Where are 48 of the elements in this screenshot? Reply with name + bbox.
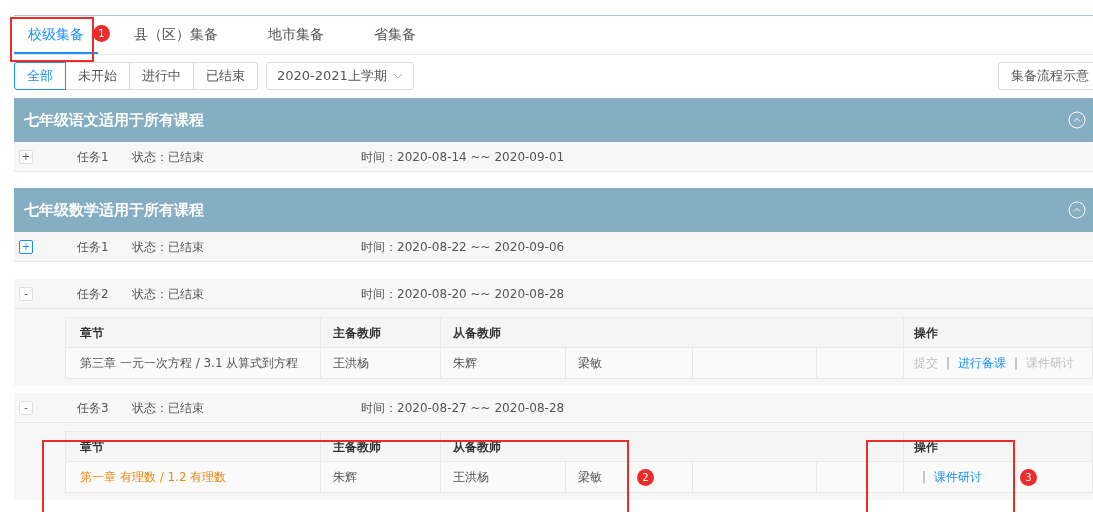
collapse-icon[interactable] bbox=[1068, 201, 1086, 219]
group-title: 七年级数学适用于所有课程 bbox=[24, 199, 204, 221]
task-time: 时间：2020-08-22 ~~ 2020-09-06 bbox=[361, 238, 565, 256]
tab[interactable]: 地市集备 bbox=[254, 16, 338, 54]
separator: | bbox=[1014, 356, 1019, 370]
separator: | bbox=[922, 470, 927, 484]
chapter-text: 第一章 有理数 / 1.2 有理数 bbox=[80, 470, 227, 484]
task-name: 任务1 bbox=[77, 238, 110, 256]
task-name: 任务2 bbox=[77, 285, 110, 303]
column-header: 章节 bbox=[80, 439, 104, 454]
expand-toggle[interactable]: - bbox=[19, 286, 33, 301]
teacher-name: 王洪杨 bbox=[453, 470, 489, 484]
expand-toggle[interactable]: - bbox=[19, 400, 33, 415]
filter-button[interactable]: 已结束 bbox=[193, 62, 258, 90]
column-header: 主备教师 bbox=[333, 439, 381, 454]
teacher-name: 朱辉 bbox=[333, 470, 357, 484]
task-status: 状态：已结束 bbox=[132, 148, 205, 166]
chevron-down-icon bbox=[392, 73, 403, 79]
callout-badge: 1 bbox=[93, 25, 110, 42]
column-header: 操作 bbox=[914, 325, 938, 340]
column-header: 操作 bbox=[914, 439, 938, 454]
term-select[interactable]: 2020-2021上学期 bbox=[266, 62, 414, 90]
chapter-text: 第三章 一元一次方程 / 3.1 从算式到方程 bbox=[80, 356, 299, 370]
teacher-name: 王洪杨 bbox=[333, 356, 369, 370]
separator: | bbox=[946, 356, 951, 370]
task-time: 时间：2020-08-20 ~~ 2020-08-28 bbox=[361, 285, 565, 303]
task-status: 状态：已结束 bbox=[132, 238, 205, 256]
column-header: 从备教师 bbox=[453, 325, 501, 340]
teacher-name: 朱辉 bbox=[453, 356, 477, 370]
tab[interactable]: 省集备 bbox=[360, 16, 430, 54]
column-header: 从备教师 bbox=[453, 439, 501, 454]
task-name: 任务3 bbox=[77, 399, 110, 417]
task-time: 时间：2020-08-14 ~~ 2020-09-01 bbox=[361, 148, 565, 166]
collapse-icon[interactable] bbox=[1068, 111, 1086, 129]
group-title: 七年级语文适用于所有课程 bbox=[24, 109, 204, 131]
tab[interactable]: 县（区）集备 bbox=[120, 16, 232, 54]
task-status: 状态：已结束 bbox=[132, 285, 205, 303]
filter-button[interactable]: 未开始 bbox=[65, 62, 130, 90]
task-name: 任务1 bbox=[77, 148, 110, 166]
expand-toggle[interactable]: + bbox=[19, 149, 33, 164]
task-status: 状态：已结束 bbox=[132, 399, 205, 417]
task-time: 时间：2020-08-27 ~~ 2020-08-28 bbox=[361, 399, 565, 417]
teacher-name: 梁敏 bbox=[578, 356, 602, 370]
filter-button[interactable]: 进行中 bbox=[129, 62, 194, 90]
teacher-name: 梁敏 bbox=[578, 470, 602, 484]
column-header: 章节 bbox=[80, 325, 104, 340]
flow-button[interactable]: 集备流程示意 bbox=[998, 62, 1093, 90]
column-header: 主备教师 bbox=[333, 325, 381, 340]
